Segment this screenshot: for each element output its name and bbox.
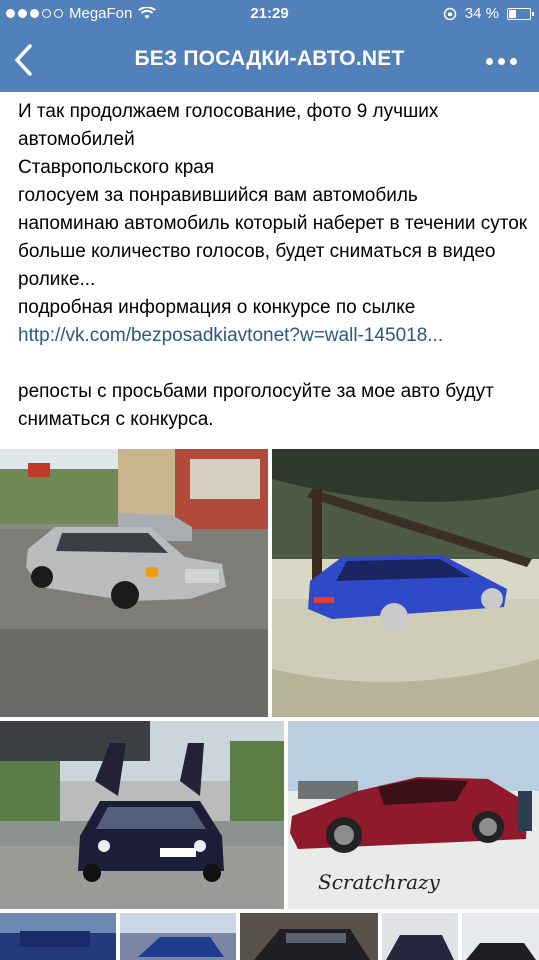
post-link[interactable]: http://vk.com/bezposadkiavtonet?w=wall-1… bbox=[18, 322, 528, 350]
post-line: Ставропольского края bbox=[18, 157, 215, 178]
orientation-lock-icon bbox=[443, 7, 457, 20]
battery-percent: 34 % bbox=[464, 5, 499, 22]
more-button[interactable] bbox=[486, 58, 517, 65]
photo-watermark: Scratchrazy bbox=[318, 870, 441, 894]
post-line: напоминаю автомобиль который наберет в т… bbox=[18, 213, 528, 290]
photo-thumb-3[interactable] bbox=[240, 913, 378, 960]
chevron-left-icon bbox=[15, 44, 32, 76]
post-body: И так продолжаем голосование, фото 9 луч… bbox=[18, 98, 528, 434]
battery-icon bbox=[507, 7, 534, 20]
photo-red-sedan[interactable]: Scratchrazy bbox=[288, 721, 539, 909]
post-line: И так продолжаем голосование, фото 9 луч… bbox=[18, 101, 439, 150]
photo-thumb-1[interactable] bbox=[0, 913, 116, 960]
post-footer: репосты с просьбами проголосуйте за мое … bbox=[18, 381, 494, 430]
nav-bar: БЕЗ ПОСАДКИ-АВТО.NET bbox=[0, 28, 539, 92]
more-icon bbox=[486, 58, 493, 65]
photo-blue-hatchback[interactable] bbox=[272, 449, 539, 717]
photo-lambo-door-sedan[interactable] bbox=[0, 721, 284, 909]
page-title: БЕЗ ПОСАДКИ-АВТО.NET bbox=[134, 47, 405, 70]
status-bar: MegaFon 21:29 34 % bbox=[0, 0, 539, 28]
battery-indicator: 34 % bbox=[443, 5, 534, 22]
photo-thumb-5[interactable] bbox=[462, 913, 539, 960]
photo-thumb-2[interactable] bbox=[120, 913, 236, 960]
photo-silver-sedan[interactable] bbox=[0, 449, 268, 717]
post-line: подробная информация о конкурсе по сылке bbox=[18, 297, 416, 318]
post-line: голосуем за понравившийся вам автомобиль bbox=[18, 185, 418, 206]
photo-thumb-4[interactable] bbox=[382, 913, 458, 960]
back-button[interactable] bbox=[12, 42, 36, 78]
